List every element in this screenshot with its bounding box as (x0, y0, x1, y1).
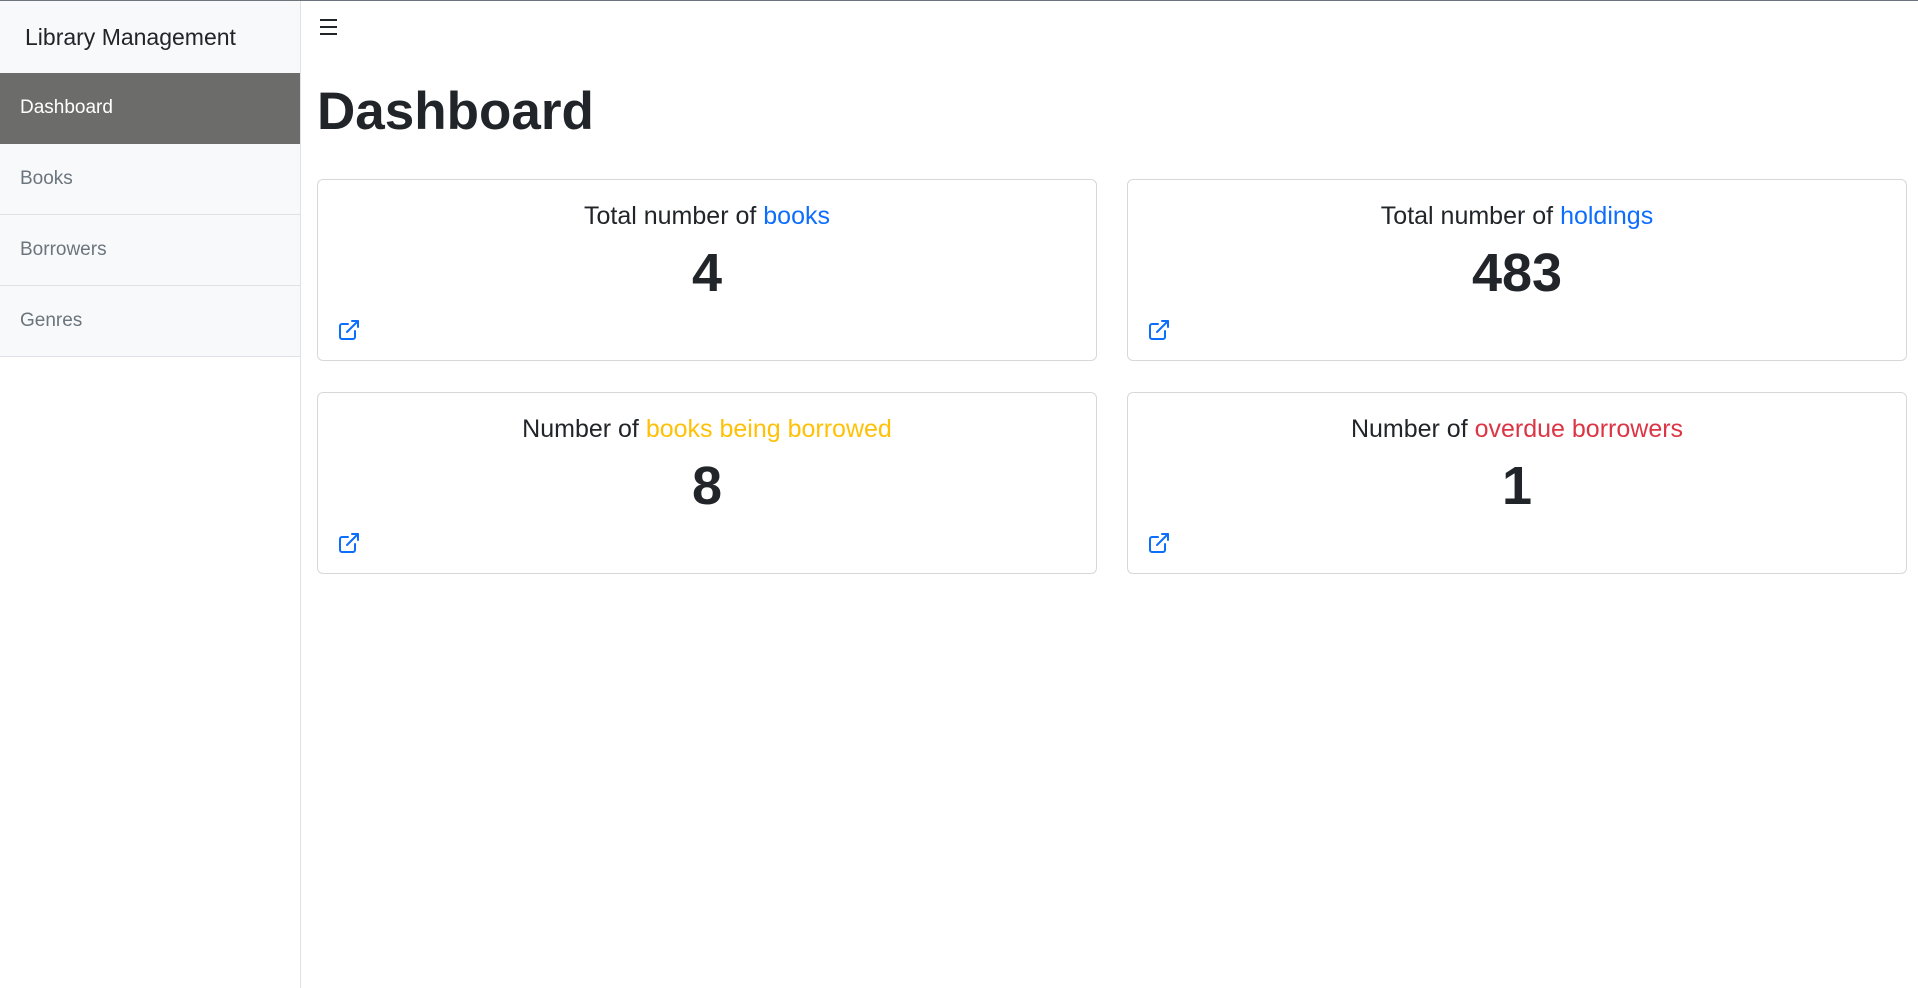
card-title: Number of books being borrowed (318, 415, 1096, 444)
card-title-highlight: overdue borrowers (1474, 415, 1684, 443)
card-title-highlight: holdings (1560, 202, 1654, 230)
card-value: 483 (1471, 243, 1563, 303)
card-title-prefix: Number of (522, 415, 646, 443)
card-title-prefix: Total number of (584, 202, 764, 230)
sidebar-item-genres[interactable]: Genres (0, 286, 300, 357)
card-value: 1 (1501, 456, 1533, 516)
card-value: 8 (691, 456, 723, 516)
app-root: Library Management Dashboard Books Borro… (0, 0, 1918, 988)
external-link-icon[interactable] (1147, 318, 1171, 342)
card-books-borrowed: Number of books being borrowed 8 (317, 392, 1097, 574)
sidebar-item-books[interactable]: Books (0, 144, 300, 215)
external-link-icon[interactable] (1147, 531, 1171, 555)
card-total-books: Total number of books 4 (317, 179, 1097, 361)
card-title-prefix: Total number of (1380, 202, 1561, 230)
card-title: Number of overdue borrowers (1128, 415, 1906, 444)
card-title-highlight: books (763, 202, 830, 230)
sidebar: Library Management Dashboard Books Borro… (0, 1, 301, 988)
card-title-highlight: books being borrowed (645, 415, 892, 443)
external-link-icon[interactable] (337, 531, 361, 555)
sidebar-item-borrowers[interactable]: Borrowers (0, 215, 300, 286)
card-total-holdings: Total number of holdings 483 (1127, 179, 1907, 361)
app-title: Library Management (0, 1, 300, 73)
sidebar-item-dashboard[interactable]: Dashboard (0, 73, 300, 144)
card-title-prefix: Number of (1350, 415, 1475, 443)
sidebar-nav: Dashboard Books Borrowers Genres (0, 73, 300, 357)
page-title: Dashboard (317, 82, 594, 141)
main-content: Dashboard Total number of books 4 Total … (301, 1, 1918, 988)
stats-cards: Total number of books 4 Total number of … (317, 179, 1907, 574)
card-overdue-borrowers: Number of overdue borrowers 1 (1127, 392, 1907, 574)
card-title: Total number of books (318, 202, 1096, 231)
hamburger-icon[interactable] (320, 16, 342, 38)
card-value: 4 (691, 243, 723, 303)
card-title: Total number of holdings (1128, 202, 1906, 231)
external-link-icon[interactable] (337, 318, 361, 342)
